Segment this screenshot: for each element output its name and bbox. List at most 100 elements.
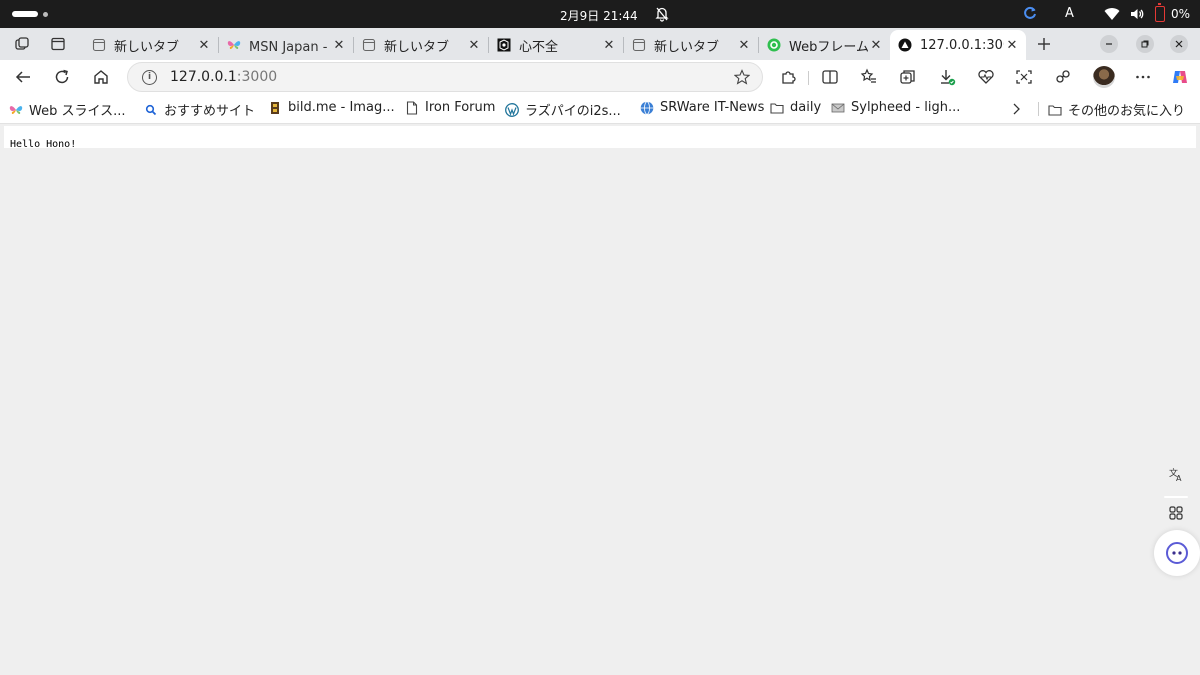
page-icon — [362, 38, 376, 52]
bookmark-web-slice[interactable]: Web スライス... — [9, 100, 125, 119]
bookmark-folder-daily[interactable]: daily — [770, 100, 821, 115]
tab-title: 心不全 — [519, 39, 559, 55]
folder-icon — [770, 101, 784, 115]
sylpheed-icon — [831, 101, 845, 115]
url-text[interactable]: 127.0.0.1:3000 — [170, 69, 277, 85]
site-info-icon[interactable]: i — [142, 70, 157, 85]
globe-icon — [640, 100, 654, 115]
bookmark-label: bild.me - Imag... — [288, 100, 395, 115]
bookmark-label: おすすめサイト — [164, 104, 256, 119]
tab-web-framework[interactable]: Webフレーム ✕ — [759, 30, 890, 60]
restore-button[interactable] — [1136, 35, 1154, 53]
other-favorites-folder[interactable]: その他のお気に入り — [1048, 100, 1185, 119]
tab-new-tab-2[interactable]: 新しいタブ ✕ — [354, 30, 488, 60]
workspaces-icon[interactable] — [14, 36, 30, 52]
address-toolbar: i 127.0.0.1:3000 — [0, 60, 1200, 94]
favorites-list-icon[interactable] — [860, 68, 878, 86]
split-screen-icon[interactable] — [821, 68, 839, 86]
green-circle-icon — [767, 38, 781, 52]
bookmark-iron-forum[interactable]: Iron Forum — [405, 100, 495, 115]
bookmark-raspi-i2s[interactable]: ラズパイのi2s... — [505, 100, 621, 119]
tab-localhost[interactable]: 127.0.0.1:300 ✕ — [890, 30, 1026, 60]
bookmark-label: その他のお気に入り — [1068, 104, 1186, 119]
bookmark-label: Iron Forum — [425, 100, 496, 115]
battery-icon[interactable] — [1155, 3, 1165, 22]
svg-text:A: A — [1176, 474, 1182, 482]
screenshot-icon[interactable] — [1015, 68, 1033, 86]
close-icon — [1175, 40, 1183, 48]
extensions-icon[interactable] — [779, 68, 797, 86]
restore-icon — [1141, 40, 1149, 48]
tab-heart-failure[interactable]: 心不全 ✕ — [489, 30, 623, 60]
minimize-button[interactable] — [1100, 35, 1118, 53]
battery-percentage: 0% — [1171, 7, 1191, 21]
folder-icon — [1048, 103, 1062, 117]
tab-msn-japan[interactable]: MSN Japan - ニ ✕ — [219, 30, 353, 60]
bookmark-bild-me[interactable]: bild.me - Imag... — [268, 100, 395, 115]
chevron-right-icon[interactable] — [1011, 103, 1021, 115]
search-icon — [144, 103, 158, 117]
msn-butterfly-icon — [9, 103, 23, 117]
bookmark-label: daily — [790, 100, 822, 115]
bookmark-label: SRWare IT-News — [660, 100, 765, 115]
page-content: Hello Hono! — [4, 126, 1196, 150]
workspace-dot[interactable] — [43, 12, 48, 17]
home-icon[interactable] — [92, 68, 110, 86]
volume-icon[interactable] — [1130, 7, 1144, 21]
new-tab-plus-icon[interactable] — [1036, 36, 1052, 52]
close-tab-icon[interactable]: ✕ — [868, 38, 884, 53]
tab-actions-icon[interactable] — [50, 36, 66, 52]
bookmark-srware-it-news[interactable]: SRWare IT-News — [640, 100, 764, 115]
sync-icon[interactable] — [1023, 6, 1037, 20]
back-arrow-icon[interactable] — [14, 68, 32, 86]
tab-title: 新しいタブ — [654, 39, 720, 55]
collections-icon[interactable] — [899, 68, 917, 86]
wifi-icon[interactable] — [1104, 7, 1120, 21]
triangle-icon — [898, 38, 912, 52]
site-icon — [497, 38, 511, 52]
favorites-bar: Web スライス... おすすめサイト bild.me - Imag... Ir… — [0, 94, 1200, 124]
close-tab-icon[interactable]: ✕ — [466, 38, 482, 53]
more-menu-icon[interactable] — [1134, 68, 1152, 86]
close-tab-icon[interactable]: ✕ — [331, 38, 347, 53]
bookmark-recommended-sites[interactable]: おすすめサイト — [144, 100, 255, 119]
workspace-indicator[interactable] — [12, 11, 38, 17]
favorite-star-icon[interactable] — [734, 69, 750, 85]
profile-avatar[interactable] — [1093, 66, 1115, 88]
copilot-floating-button[interactable] — [1154, 530, 1200, 576]
bookmark-label: ラズパイのi2s... — [525, 104, 621, 119]
tab-title: 127.0.0.1:300 — [920, 37, 1004, 53]
tab-new-tab-1[interactable]: 新しいタブ ✕ — [84, 30, 218, 60]
os-clock[interactable]: 2月9日 21:44 — [560, 7, 638, 24]
sidebar-divider — [1164, 496, 1188, 498]
notifications-muted-icon[interactable] — [655, 6, 669, 22]
reload-icon[interactable] — [53, 68, 71, 86]
input-method-indicator[interactable]: A — [1065, 6, 1074, 21]
browser-essentials-icon[interactable] — [977, 68, 995, 86]
tab-title: 新しいタブ — [384, 39, 450, 55]
page-empty-area — [4, 148, 1196, 671]
translate-icon[interactable]: 文 A — [1168, 466, 1184, 482]
close-tab-icon[interactable]: ✕ — [601, 38, 617, 53]
downloads-icon[interactable] — [938, 68, 956, 86]
tab-new-tab-3[interactable]: 新しいタブ ✕ — [624, 30, 758, 60]
apps-grid-icon[interactable] — [1168, 505, 1184, 521]
tab-strip: 新しいタブ ✕ MSN Japan - ニ ✕ 新しいタブ ✕ 心不全 ✕ 新し… — [0, 28, 1200, 60]
close-tab-icon[interactable]: ✕ — [196, 38, 212, 53]
minimize-icon — [1106, 43, 1112, 45]
page-icon — [632, 38, 646, 52]
tab-title: 新しいタブ — [114, 39, 180, 55]
bookmarks-divider — [1038, 102, 1039, 116]
close-window-button[interactable] — [1170, 35, 1188, 53]
wordpress-icon — [505, 102, 519, 117]
url-host: 127.0.0.1 — [170, 69, 237, 85]
os-top-bar: 2月9日 21:44 A 0% — [0, 0, 1200, 28]
copilot-face-icon — [1166, 542, 1188, 564]
close-tab-icon[interactable]: ✕ — [736, 38, 752, 53]
copilot-icon[interactable] — [1171, 68, 1189, 86]
url-port: :3000 — [236, 69, 278, 85]
address-bar[interactable]: i 127.0.0.1:3000 — [127, 62, 763, 92]
close-tab-icon[interactable]: ✕ — [1004, 38, 1020, 53]
bookmark-sylpheed[interactable]: Sylpheed - ligh... — [831, 100, 960, 115]
share-network-icon[interactable] — [1054, 68, 1072, 86]
